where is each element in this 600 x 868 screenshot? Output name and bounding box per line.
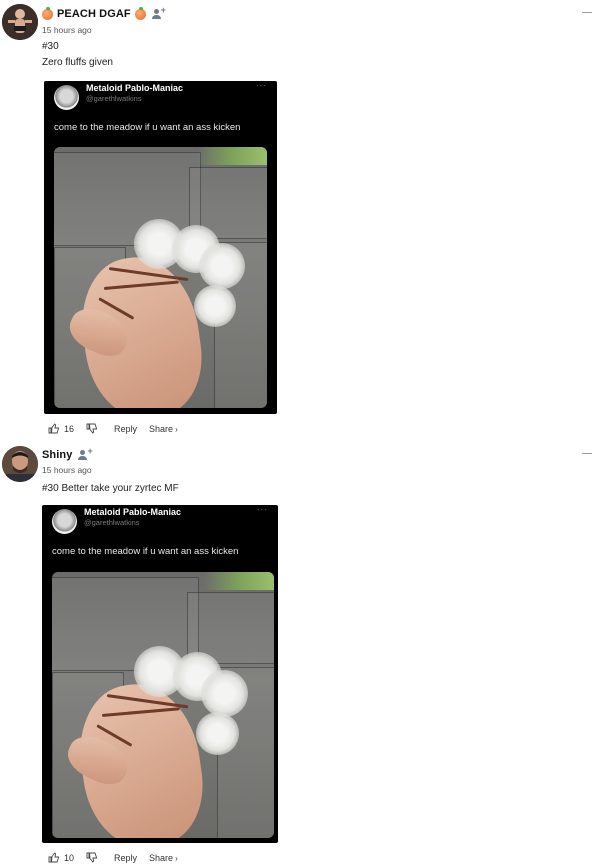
tweet-avatar xyxy=(52,509,77,534)
tweet-handle: @garethlwatkins xyxy=(84,518,140,527)
like-count: 16 xyxy=(64,423,75,434)
like-count: 10 xyxy=(64,852,75,863)
collapse-button[interactable] xyxy=(582,12,592,13)
share-button[interactable]: Share › xyxy=(149,424,178,434)
comment-text: #30 Better take your zyrtec MF xyxy=(42,483,179,494)
peach-emoji-icon xyxy=(42,6,53,20)
share-label: Share xyxy=(149,852,174,863)
comment-actions: 10 Reply Share › xyxy=(48,852,178,863)
reply-button[interactable]: Reply xyxy=(114,424,137,434)
chevron-right-icon: › xyxy=(175,424,178,434)
reply-button[interactable]: Reply xyxy=(114,853,137,863)
avatar[interactable] xyxy=(2,446,38,482)
tweet-author-name: Metaloid Pablo-Maniac xyxy=(84,507,182,517)
more-icon: ··· xyxy=(256,81,267,90)
peach-emoji-icon xyxy=(134,6,146,20)
timestamp: 15 hours ago xyxy=(42,25,92,35)
comment: Shiny + 15 hours ago #30 Better take you… xyxy=(0,440,600,868)
chevron-right-icon: › xyxy=(175,853,178,863)
thumbs-down-icon[interactable] xyxy=(86,852,98,863)
person-plus-icon[interactable]: + xyxy=(78,447,93,461)
comment-actions: 16 Reply Share › xyxy=(48,423,178,434)
tweet-handle: @garethlwatkins xyxy=(86,94,142,103)
comment-text: Zero fluffs given xyxy=(42,57,113,68)
more-icon: ··· xyxy=(257,505,268,514)
dandelion-photo xyxy=(52,572,274,838)
tweet-screenshot-image[interactable]: Metaloid Pablo-Maniac @garethlwatkins ··… xyxy=(42,505,278,843)
tweet-screenshot-image[interactable]: Metaloid Pablo-Maniac @garethlwatkins ··… xyxy=(44,81,277,414)
person-plus-icon[interactable]: + xyxy=(151,6,166,20)
avatar[interactable] xyxy=(2,4,38,40)
tweet-text: come to the meadow if u want an ass kick… xyxy=(52,546,239,557)
dandelion-photo xyxy=(54,147,267,408)
thumbs-up-icon[interactable] xyxy=(48,423,60,434)
share-label: Share xyxy=(149,423,174,434)
username[interactable]: Shiny xyxy=(42,449,72,461)
tweet-text: come to the meadow if u want an ass kick… xyxy=(54,122,241,133)
comment-header: PEACH DGAF + xyxy=(42,6,166,20)
tweet-author-name: Metaloid Pablo-Maniac xyxy=(86,83,184,93)
comment: PEACH DGAF + 15 hours ago #30 Zero fluff… xyxy=(0,0,600,440)
comment-header: Shiny + xyxy=(42,447,93,462)
share-button[interactable]: Share › xyxy=(149,853,178,863)
timestamp: 15 hours ago xyxy=(42,465,92,475)
collapse-button[interactable] xyxy=(582,453,592,454)
username[interactable]: PEACH DGAF xyxy=(57,8,131,20)
tweet-avatar xyxy=(54,85,79,110)
thumbs-up-icon[interactable] xyxy=(48,852,60,863)
thumbs-down-icon[interactable] xyxy=(86,423,98,434)
comment-text: #30 xyxy=(42,41,59,52)
